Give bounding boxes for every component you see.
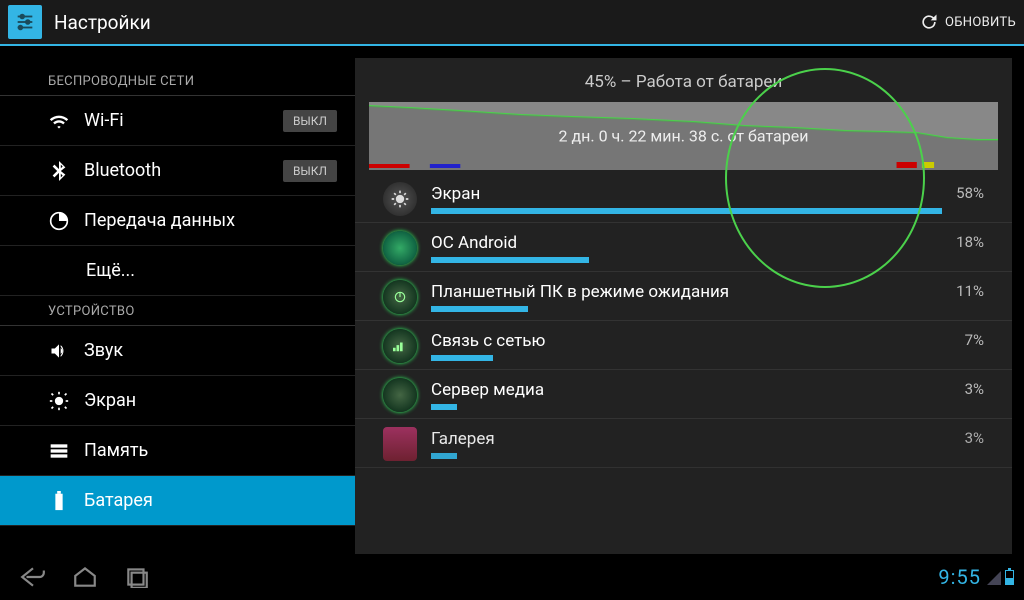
battery-duration-label: 2 дн. 0 ч. 22 мин. 38 с. от батареи — [559, 127, 809, 146]
usage-bar — [431, 453, 457, 459]
usage-bar — [431, 404, 457, 410]
usage-label: Связь с сетью — [431, 331, 951, 351]
sidebar-label: Ещё... — [86, 260, 135, 281]
usage-label: Сервер медиа — [431, 380, 951, 400]
usage-percent: 7% — [965, 331, 984, 349]
refresh-button[interactable]: ОБНОВИТЬ — [919, 12, 1016, 32]
sound-icon — [48, 342, 70, 360]
sidebar-item-display[interactable]: Экран — [0, 376, 355, 426]
sidebar-item-storage[interactable]: Память — [0, 426, 355, 476]
storage-icon — [48, 442, 70, 460]
usage-item-gallery[interactable]: Галерея 3% — [355, 419, 1012, 468]
sidebar-label: Передача данных — [84, 210, 235, 231]
refresh-label: ОБНОВИТЬ — [945, 15, 1016, 30]
status-icons — [987, 570, 1014, 585]
home-button[interactable] — [62, 557, 108, 597]
page-title: Настройки — [54, 11, 919, 34]
usage-label: Планшетный ПК в режиме ожидания — [431, 282, 942, 302]
usage-percent: 3% — [965, 380, 984, 398]
refresh-icon — [919, 12, 939, 32]
brightness-icon — [48, 391, 70, 411]
settings-icon — [8, 5, 42, 39]
usage-item-screen[interactable]: Экран 58% — [355, 174, 1012, 223]
signal-icon — [987, 571, 1001, 585]
data-usage-icon — [48, 211, 70, 231]
media-server-icon — [383, 378, 417, 412]
sidebar-label: Bluetooth — [84, 160, 161, 181]
sidebar-item-more[interactable]: Ещё... — [0, 246, 355, 296]
main-area: БЕСПРОВОДНЫЕ СЕТИ Wi-Fi ВЫКЛ Bluetooth В… — [0, 46, 1024, 554]
usage-percent: 18% — [956, 233, 984, 251]
battery-detail-panel: 45% – Работа от батареи 2 дн. 0 ч. 22 ми… — [355, 58, 1012, 554]
brightness-icon — [383, 182, 417, 216]
back-button[interactable] — [10, 557, 56, 597]
signal-icon — [383, 329, 417, 363]
usage-item-media[interactable]: Сервер медиа 3% — [355, 370, 1012, 419]
app-header: Настройки ОБНОВИТЬ — [0, 0, 1024, 46]
sidebar-item-bluetooth[interactable]: Bluetooth ВЫКЛ — [0, 146, 355, 196]
sidebar-label: Батарея — [84, 490, 153, 511]
usage-bar — [431, 257, 589, 263]
status-clock: 9:55 — [938, 565, 981, 589]
usage-percent: 11% — [956, 282, 984, 300]
sidebar-label: Экран — [84, 390, 136, 411]
recent-icon — [124, 566, 150, 588]
usage-bar — [431, 355, 493, 361]
usage-item-cell[interactable]: Связь с сетью 7% — [355, 321, 1012, 370]
usage-item-idle[interactable]: Планшетный ПК в режиме ожидания 11% — [355, 272, 1012, 321]
sidebar-label: Звук — [84, 340, 123, 361]
sidebar-item-wifi[interactable]: Wi-Fi ВЫКЛ — [0, 96, 355, 146]
home-icon — [72, 566, 98, 588]
recent-button[interactable] — [114, 557, 160, 597]
battery-status-icon — [1005, 570, 1014, 585]
usage-percent: 3% — [965, 429, 984, 447]
battery-icon — [48, 491, 70, 511]
battery-graph[interactable]: 2 дн. 0 ч. 22 мин. 38 с. от батареи — [369, 102, 998, 170]
power-icon — [383, 280, 417, 314]
sidebar-item-sound[interactable]: Звук — [0, 326, 355, 376]
sidebar-label: Wi-Fi — [84, 110, 124, 131]
system-navbar: 9:55 — [0, 554, 1024, 600]
back-icon — [20, 566, 46, 588]
usage-label: Галерея — [431, 429, 951, 449]
usage-item-android[interactable]: ОС Android 18% — [355, 223, 1012, 272]
sidebar-label: Память — [84, 440, 148, 461]
battery-status-text: 45% – Работа от батареи — [355, 58, 1012, 102]
usage-percent: 58% — [956, 184, 984, 202]
usage-label: Экран — [431, 184, 942, 204]
android-icon — [383, 231, 417, 265]
sidebar-item-data[interactable]: Передача данных — [0, 196, 355, 246]
section-header-device: УСТРОЙСТВО — [0, 296, 355, 326]
bluetooth-icon — [48, 161, 70, 181]
usage-label: ОС Android — [431, 233, 942, 253]
wifi-toggle[interactable]: ВЫКЛ — [283, 110, 337, 132]
section-header-wireless: БЕСПРОВОДНЫЕ СЕТИ — [0, 66, 355, 96]
wifi-icon — [48, 113, 70, 129]
gallery-icon — [383, 427, 417, 461]
bluetooth-toggle[interactable]: ВЫКЛ — [283, 160, 337, 182]
usage-bar — [431, 208, 942, 214]
sidebar-item-battery[interactable]: Батарея — [0, 476, 355, 526]
settings-sidebar: БЕСПРОВОДНЫЕ СЕТИ Wi-Fi ВЫКЛ Bluetooth В… — [0, 46, 355, 554]
battery-usage-list: Экран 58% ОС Android 18% Планшетный ПК — [355, 170, 1012, 554]
usage-bar — [431, 306, 528, 312]
